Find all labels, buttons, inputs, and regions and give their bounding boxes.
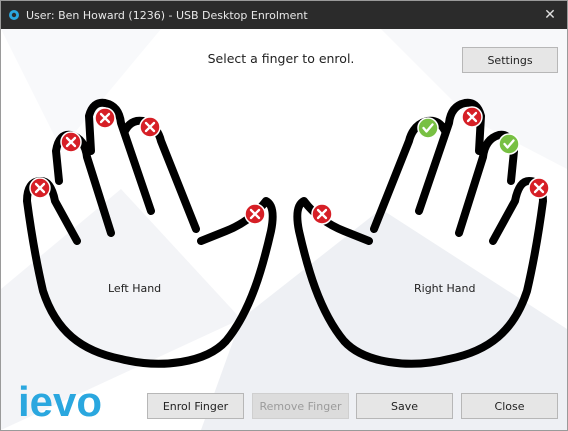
finger-left-little[interactable]: [29, 177, 51, 199]
finger-right-little[interactable]: [528, 177, 550, 199]
save-button[interactable]: Save: [356, 393, 453, 419]
enrol-finger-button[interactable]: Enrol Finger: [147, 393, 244, 419]
finger-right-index[interactable]: [417, 117, 439, 139]
finger-left-middle[interactable]: [94, 107, 116, 129]
finger-left-thumb[interactable]: [244, 203, 266, 225]
finger-right-ring[interactable]: [498, 133, 520, 155]
hands-diagram: [23, 98, 550, 368]
remove-finger-button[interactable]: Remove Finger: [252, 393, 349, 419]
finger-left-index[interactable]: [139, 116, 161, 138]
finger-left-ring[interactable]: [60, 131, 82, 153]
finger-right-thumb[interactable]: [311, 203, 333, 225]
right-hand-label: Right Hand: [414, 282, 476, 295]
close-button[interactable]: Close: [461, 393, 558, 419]
enrolment-window: User: Ben Howard (1236) - USB Desktop En…: [0, 0, 568, 431]
left-hand-label: Left Hand: [108, 282, 162, 295]
finger-right-middle[interactable]: [461, 106, 483, 128]
logo-text: ievo: [18, 379, 102, 425]
ievo-logo: ievo: [18, 379, 102, 425]
